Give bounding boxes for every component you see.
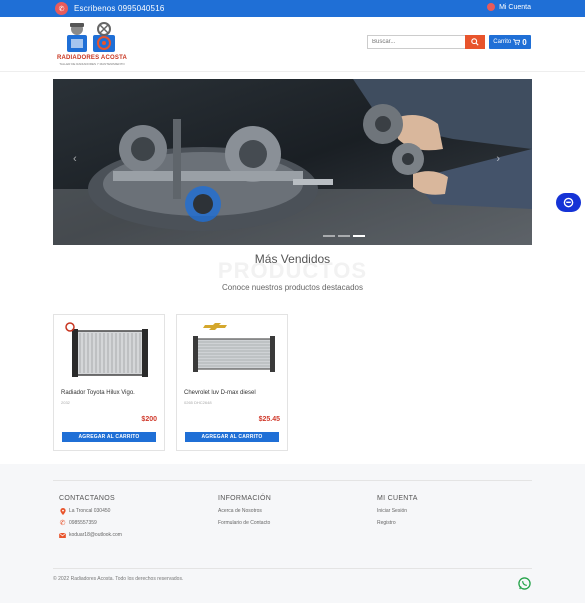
add-to-cart-button[interactable]: AGREGAR AL CARRITO <box>185 432 279 442</box>
site-header: RADIADORES ACOSTA TALLER DE RADIADORES Y… <box>0 17 585 72</box>
hero-slider[interactable]: ‹ › <box>53 79 532 245</box>
search-button[interactable] <box>465 35 485 49</box>
phone-text: Escribenos 0995040516 <box>74 4 165 13</box>
product-card[interactable]: Chevrolet luv D-max diesel 0265 DHC2648 … <box>176 314 288 451</box>
site-footer: CONTACTANOS La Troncal 030450 ✆ 09855573… <box>0 464 585 603</box>
product-sku: 2032 <box>61 400 70 405</box>
chat-icon <box>563 197 574 208</box>
footer-link-register[interactable]: Registro <box>377 520 418 526</box>
phone-icon: ✆ <box>59 520 66 527</box>
section-subtitle: Conoce nuestros productos destacados <box>222 283 363 292</box>
section-title: Más Vendidos <box>254 252 331 266</box>
product-image[interactable] <box>185 321 281 381</box>
footer-account-column: MI CUENTA Iniciar Sesión Registro <box>377 495 418 532</box>
product-name[interactable]: Chevrolet luv D-max diesel <box>184 390 256 396</box>
envelope-icon <box>59 532 66 539</box>
product-image[interactable] <box>62 321 158 381</box>
phone-icon: ✆ <box>55 2 68 15</box>
logo-mechanic-icon <box>67 22 115 52</box>
top-bar: ✆ Escribenos 0995040516 Mi Cuenta <box>0 0 585 17</box>
toyota-logo-icon <box>65 322 75 332</box>
footer-contact-column: CONTACTANOS La Troncal 030450 ✆ 09855573… <box>59 495 122 544</box>
footer-divider <box>53 568 532 569</box>
chat-button[interactable] <box>556 193 581 212</box>
slider-dot-active[interactable] <box>353 235 365 237</box>
product-price: $200 <box>141 416 157 423</box>
footer-address: La Troncal 030450 <box>59 507 122 515</box>
product-card[interactable]: Radiador Toyota Hilux Vigo. 2032 $200 AG… <box>53 314 165 451</box>
whatsapp-icon[interactable] <box>518 577 531 590</box>
product-price: $25.45 <box>258 416 280 423</box>
copyright-text: © 2022 Radiadores Acosta. Todo los derec… <box>53 576 184 582</box>
slider-dot[interactable] <box>323 235 335 237</box>
footer-email[interactable]: koduar18@outlook.com <box>59 532 122 538</box>
search-icon <box>471 38 479 46</box>
user-icon <box>487 3 496 11</box>
product-name[interactable]: Radiador Toyota Hilux Vigo. <box>61 390 135 396</box>
product-sku: 0265 DHC2648 <box>184 400 212 405</box>
footer-link-login[interactable]: Iniciar Sesión <box>377 508 418 514</box>
site-logo[interactable]: RADIADORES ACOSTA TALLER DE RADIADORES Y… <box>53 21 131 67</box>
slider-dots <box>323 235 365 237</box>
hero-prev-icon[interactable]: ‹ <box>73 153 77 165</box>
account-label: Mi Cuenta <box>499 3 531 11</box>
footer-phone[interactable]: ✆ 0985557359 <box>59 520 122 527</box>
logo-name: RADIADORES ACOSTA <box>56 55 128 61</box>
account-link[interactable]: Mi Cuenta <box>487 3 531 11</box>
cart-icon <box>513 39 521 45</box>
footer-info-column: INFORMACIÓN Acerca de Nosotros Formulari… <box>218 495 271 532</box>
cart-count: 0 <box>522 37 527 47</box>
add-to-cart-button[interactable]: AGREGAR AL CARRITO <box>62 432 156 442</box>
footer-info-heading: INFORMACIÓN <box>218 495 272 502</box>
location-pin-icon <box>59 507 66 515</box>
slider-dot[interactable] <box>338 235 350 237</box>
logo-tagline: TALLER DE RADIADORES Y MANTENIMIENTO <box>59 62 125 66</box>
hero-image <box>53 79 532 245</box>
cart-button[interactable]: Carrito 0 <box>489 35 531 49</box>
phone-contact[interactable]: ✆ Escribenos 0995040516 <box>55 2 165 15</box>
chevrolet-logo-icon <box>203 323 227 330</box>
footer-link-about[interactable]: Acerca de Nosotros <box>218 508 271 514</box>
footer-account-heading: MI CUENTA <box>377 495 418 502</box>
hero-next-icon[interactable]: › <box>496 153 500 165</box>
search-bar <box>367 35 485 49</box>
footer-link-contact-form[interactable]: Formulario de Contacto <box>218 520 271 526</box>
footer-contact-heading: CONTACTANOS <box>59 495 115 502</box>
search-input[interactable] <box>367 35 465 49</box>
cart-label: Carrito <box>493 39 512 45</box>
footer-divider <box>53 480 532 481</box>
